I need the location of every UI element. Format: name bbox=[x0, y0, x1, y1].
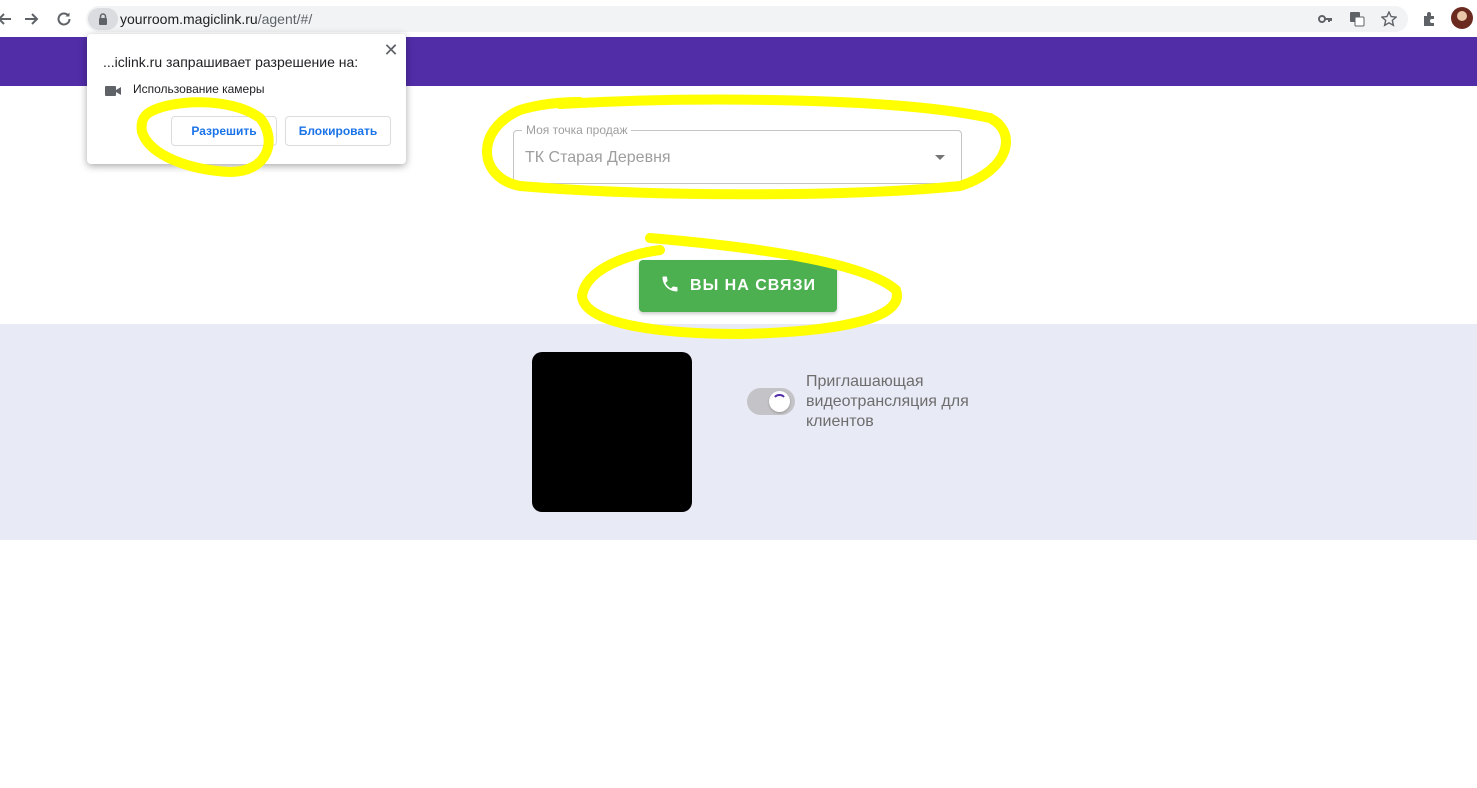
star-icon[interactable] bbox=[1379, 9, 1399, 29]
lock-icon[interactable] bbox=[88, 8, 118, 30]
toggle-thumb bbox=[769, 391, 790, 412]
key-icon[interactable] bbox=[1315, 9, 1335, 29]
translate-icon[interactable] bbox=[1347, 9, 1367, 29]
close-icon[interactable]: ✕ bbox=[381, 40, 401, 60]
extensions-icon[interactable] bbox=[1419, 8, 1441, 30]
profile-avatar[interactable] bbox=[1451, 7, 1473, 29]
toggle-label: Приглашающая видеотрансляция для клиенто… bbox=[806, 373, 969, 430]
block-button[interactable]: Блокировать bbox=[285, 116, 391, 146]
address-bar[interactable]: yourroom.magiclink.ru/agent/#/ bbox=[86, 6, 1408, 32]
back-arrow-icon[interactable] bbox=[0, 7, 16, 31]
forward-arrow-icon[interactable] bbox=[20, 7, 44, 31]
online-status-button[interactable]: ВЫ НА СВЯЗИ bbox=[639, 260, 837, 312]
popup-title: ...iclink.ru запрашивает разрешение на: bbox=[103, 54, 359, 70]
camera-icon bbox=[105, 84, 121, 96]
browser-toolbar: yourroom.magiclink.ru/agent/#/ bbox=[0, 0, 1477, 38]
video-broadcast-toggle[interactable] bbox=[747, 388, 795, 415]
reload-icon[interactable] bbox=[52, 7, 76, 31]
camera-permission-popup: ...iclink.ru запрашивает разрешение на: … bbox=[87, 34, 406, 164]
video-panel: Приглашающая видеотрансляция для клиенто… bbox=[0, 324, 1477, 540]
url-text[interactable]: yourroom.magiclink.ru/agent/#/ bbox=[120, 11, 312, 27]
select-label: Моя точка продаж bbox=[522, 123, 632, 137]
allow-button[interactable]: Разрешить bbox=[171, 116, 277, 146]
loading-spinner-icon bbox=[772, 394, 787, 409]
dropdown-arrow-icon[interactable] bbox=[935, 155, 945, 160]
call-button-label: ВЫ НА СВЯЗИ bbox=[690, 277, 816, 294]
permission-item-label: Использование камеры bbox=[133, 82, 265, 96]
camera-preview bbox=[532, 352, 692, 512]
point-of-sale-select[interactable]: Моя точка продаж ТК Старая Деревня bbox=[513, 123, 962, 184]
phone-icon bbox=[660, 274, 680, 299]
select-value: ТК Старая Деревня bbox=[525, 149, 671, 166]
